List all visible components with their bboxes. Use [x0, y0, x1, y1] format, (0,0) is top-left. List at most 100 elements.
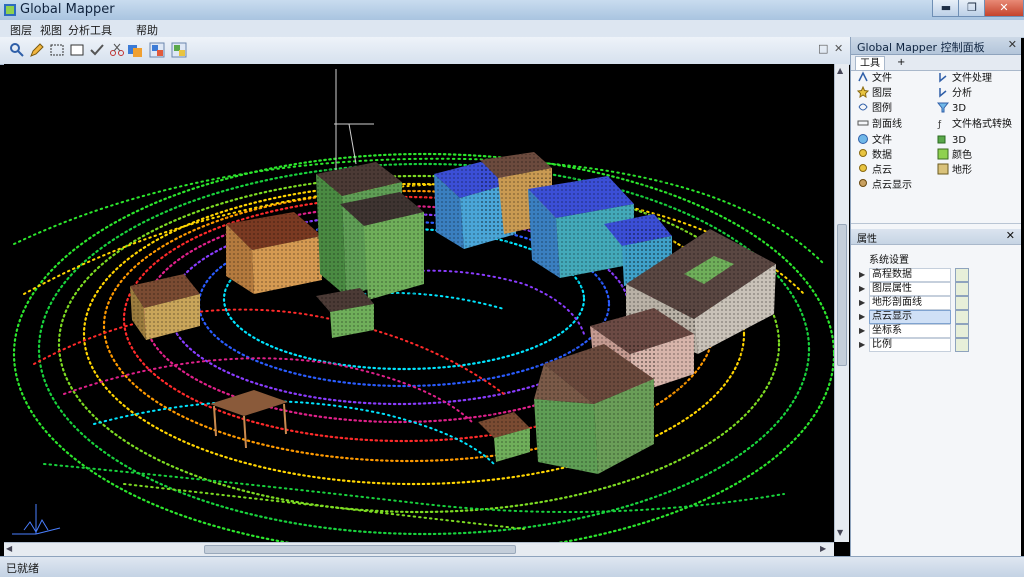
properties-title: 属性: [857, 234, 877, 245]
tool-data[interactable]: 数据: [857, 148, 935, 163]
tool-file-2[interactable]: 文件: [857, 133, 935, 148]
vertical-scroll-thumb[interactable]: [837, 224, 847, 366]
property-row[interactable]: ▶ 坐标系: [855, 324, 1017, 338]
building-orange: [226, 212, 322, 294]
tool-terrain[interactable]: 地形: [937, 163, 1015, 178]
menu-bar: 图层 视图 分析工具 帮助: [0, 20, 1024, 38]
horizontal-scroll-thumb[interactable]: [204, 545, 516, 554]
building-small-front: [478, 412, 532, 464]
select-rect-icon[interactable]: [48, 41, 66, 59]
property-row[interactable]: ▶ 图层属性: [855, 282, 1017, 296]
expand-arrow-icon[interactable]: ▶: [859, 268, 865, 281]
cursor-icon: [937, 86, 949, 98]
properties-close-button[interactable]: ✕: [1006, 229, 1015, 242]
3d-map-viewport[interactable]: [4, 64, 834, 542]
property-icon[interactable]: [955, 324, 969, 338]
pin-icon: [857, 148, 869, 160]
globe-icon: [857, 133, 869, 145]
panel-tabs: 工具 +: [851, 55, 1021, 71]
vertical-scrollbar[interactable]: ▲ ▼: [834, 64, 849, 542]
rectangle-icon[interactable]: [68, 41, 86, 59]
property-icon[interactable]: [955, 310, 969, 324]
expand-arrow-icon[interactable]: ▶: [859, 296, 865, 309]
zoom-icon[interactable]: [8, 41, 26, 59]
horizontal-scrollbar[interactable]: ◀ ▶: [4, 542, 834, 556]
scissors-icon[interactable]: [108, 41, 126, 59]
title-bar: Global Mapper ▬ ❐ ✕: [0, 0, 1024, 21]
tool-color[interactable]: 颜色: [937, 148, 1015, 163]
property-icon[interactable]: [955, 296, 969, 310]
close-button[interactable]: ✕: [984, 0, 1024, 17]
building-shed-left: [130, 274, 200, 340]
tab-add[interactable]: +: [893, 56, 909, 69]
ruler-icon: [857, 117, 869, 129]
tool-analysis[interactable]: 分析: [937, 86, 1015, 101]
panel-close-button[interactable]: ✕: [1008, 38, 1017, 51]
layers-icon[interactable]: [126, 41, 144, 59]
toolbar: □ ✕: [0, 37, 850, 65]
tool-format-convert[interactable]: ƒ 文件格式转换: [937, 117, 1015, 132]
scroll-up-icon[interactable]: ▲: [837, 66, 843, 75]
property-icon[interactable]: [955, 268, 969, 282]
property-row-selected[interactable]: ▶ 点云显示: [855, 310, 1017, 324]
expand-arrow-icon[interactable]: ▶: [859, 324, 865, 337]
property-icon[interactable]: [955, 338, 969, 352]
panel-title: Global Mapper 控制面板: [857, 41, 985, 54]
tool-file[interactable]: 文件: [857, 71, 935, 86]
minimize-button[interactable]: ▬: [932, 0, 960, 17]
check-icon[interactable]: [88, 41, 106, 59]
layers-icon[interactable]: [170, 41, 188, 59]
app-icon: [4, 4, 16, 16]
expand-arrow-icon[interactable]: ▶: [859, 310, 865, 323]
property-row[interactable]: ▶ 高程数据: [855, 268, 1017, 282]
shape-icon: [857, 101, 869, 113]
scroll-down-icon[interactable]: ▼: [837, 528, 843, 537]
arrow-icon: [857, 71, 869, 83]
menu-help[interactable]: 帮助: [136, 22, 158, 38]
tool-point-cloud-display[interactable]: 点云显示: [857, 178, 935, 193]
properties-header: 属性 ✕: [851, 229, 1021, 245]
maximize-button[interactable]: ❐: [958, 0, 986, 17]
layer-icon: [937, 163, 949, 175]
window-title: Global Mapper: [20, 2, 115, 17]
expand-arrow-icon[interactable]: ▶: [859, 282, 865, 295]
pin-icon: [857, 178, 869, 190]
tool-3d[interactable]: 3D: [936, 101, 1015, 116]
scroll-right-icon[interactable]: ▶: [820, 544, 826, 553]
control-panel: Global Mapper 控制面板 ✕ 工具 + 文件 图层 图例 剖面线 文…: [850, 37, 1021, 556]
point-cloud-scene: [12, 69, 834, 542]
axis-gizmo-icon: [12, 504, 61, 535]
tab-tools[interactable]: 工具: [855, 56, 885, 70]
tool-file-processing[interactable]: 文件处理: [937, 71, 1015, 86]
structure-pergola: [210, 390, 288, 449]
tool-3d-2[interactable]: 3D: [937, 133, 1015, 148]
panel-title-bar: Global Mapper 控制面板 ✕: [851, 37, 1021, 55]
3d-icon: [937, 133, 949, 145]
property-row[interactable]: ▶ 比例: [855, 338, 1017, 352]
expand-arrow-icon[interactable]: ▶: [859, 338, 865, 351]
building-green-front: [534, 344, 656, 476]
tool-profile[interactable]: 剖面线: [857, 117, 935, 132]
menu-view[interactable]: 视图: [40, 22, 62, 38]
tool-legend[interactable]: 图例: [857, 101, 935, 116]
property-icon[interactable]: [955, 282, 969, 296]
close-view-button[interactable]: ✕: [834, 42, 843, 55]
restore-view-button[interactable]: □: [818, 42, 828, 55]
fx-icon: ƒ: [937, 117, 949, 130]
building-green-shed: [316, 288, 376, 338]
status-text: 已就绪: [6, 562, 39, 575]
layer-icon: [937, 148, 949, 160]
building-green-tall: [316, 162, 426, 300]
funnel-icon: [936, 101, 950, 113]
star-icon: [856, 85, 870, 99]
status-bar: 已就绪: [0, 556, 1024, 577]
scroll-left-icon[interactable]: ◀: [6, 544, 12, 553]
tool-point-cloud[interactable]: 点云: [857, 163, 935, 178]
menu-analysis[interactable]: 分析工具: [68, 22, 112, 38]
menu-layers[interactable]: 图层: [10, 22, 32, 38]
property-row[interactable]: ▶ 地形剖面线: [855, 296, 1017, 310]
layers-icon[interactable]: [148, 41, 166, 59]
pencil-icon[interactable]: [28, 41, 46, 59]
svg-text:ƒ: ƒ: [937, 120, 942, 129]
tool-layers[interactable]: 图层: [856, 85, 935, 101]
